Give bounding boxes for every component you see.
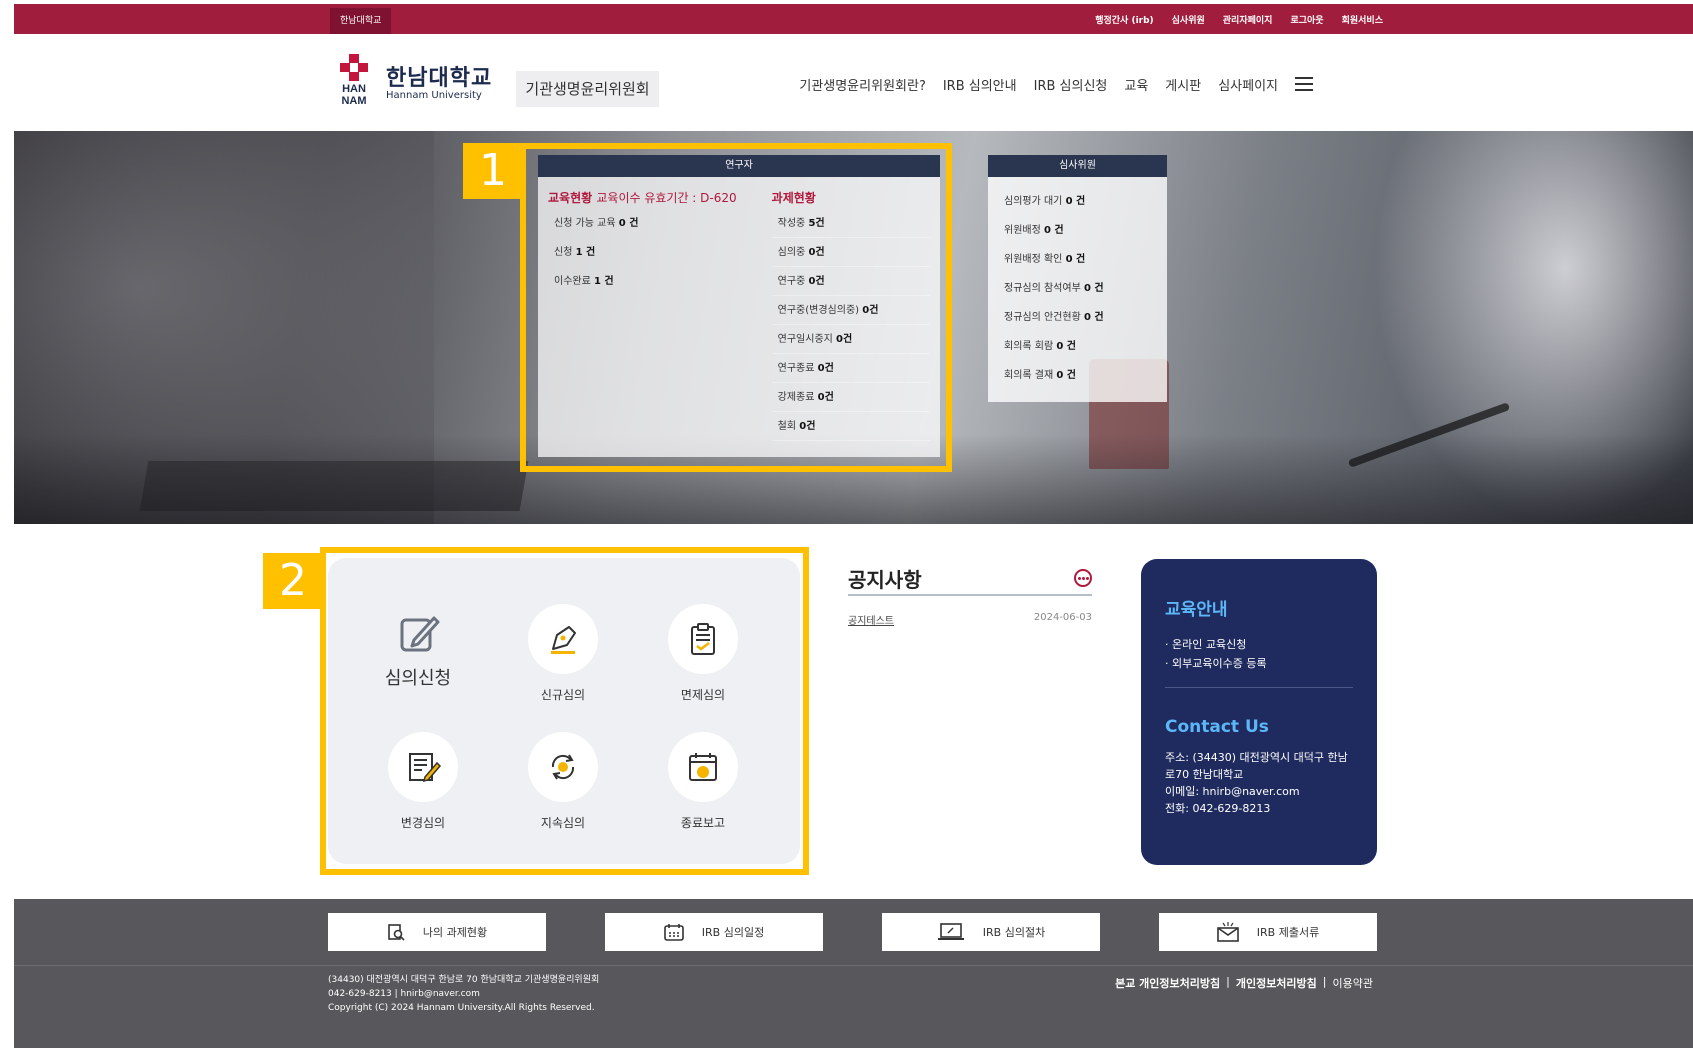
util-link-member-service[interactable]: 회원서비스	[1342, 13, 1383, 26]
policy-separator: |	[1322, 975, 1327, 988]
reviewer-status-panel: 심사위원 심의평가 대기 0 건 위원배정 0 건 위원배정 확인 0 건 정규…	[988, 155, 1167, 402]
footer-address-block: (34430) 대전광역시 대덕구 한남로 70 한남대학교 기관생명윤리위원회…	[328, 973, 599, 1015]
notice-title: 공지사항	[848, 567, 922, 592]
policy-separator: |	[1226, 975, 1230, 988]
footer-contact: 042-629-8213 | hnirb@naver.com	[328, 989, 480, 999]
quick-link-schedule[interactable]: IRB 심의일정	[605, 913, 823, 951]
nav-about[interactable]: 기관생명윤리위원회란?	[799, 75, 926, 94]
nav-board[interactable]: 게시판	[1165, 75, 1201, 94]
quick-link-documents[interactable]: IRB 제출서류	[1159, 913, 1377, 951]
reviewer-row-agenda[interactable]: 정규심의 안건현황 0 건	[1004, 303, 1167, 332]
committee-name-tag: 기관생명윤리위원회	[516, 71, 659, 107]
school-privacy-policy-link[interactable]: 본교 개인정보처리방침	[1115, 975, 1220, 991]
logo-name-english: Hannam University	[386, 89, 482, 101]
more-icon[interactable]	[1074, 569, 1092, 587]
contact-phone: 전화: 042-629-8213	[1165, 802, 1271, 815]
logo-mark-nam: NAM	[341, 95, 366, 106]
reviewer-panel-title: 심사위원	[988, 155, 1167, 177]
reviewer-row-assignment[interactable]: 위원배정 0 건	[1004, 216, 1167, 245]
util-link-admin-page[interactable]: 관리자페이지	[1223, 13, 1273, 26]
info-divider	[1165, 687, 1353, 688]
logo-name-korean: 한남대학교	[386, 65, 493, 91]
nav-irb-apply[interactable]: IRB 심의신청	[1034, 75, 1108, 94]
quick-link-documents-label: IRB 제출서류	[1256, 926, 1320, 939]
footer-copyright: Copyright (C) 2024 Hannam University.All…	[328, 1003, 595, 1013]
nav-education[interactable]: 교육	[1124, 75, 1148, 94]
privacy-policy-link[interactable]: 개인정보처리방침	[1236, 975, 1317, 991]
info-card: 교육안내 · 온라인 교육신청 · 외부교육이수증 등록 Contact Us …	[1141, 559, 1377, 865]
highlight-frame-2	[320, 547, 809, 875]
nav-review-page[interactable]: 심사페이지	[1218, 75, 1278, 94]
calendar-icon	[663, 924, 684, 941]
quick-links: 나의 과제현황 IRB 심의일정 IRB 심의절차 IRB 제출서류	[328, 913, 1377, 951]
laptop-icon	[937, 923, 964, 940]
contact-title: Contact Us	[1165, 717, 1269, 737]
util-link-admin-irb[interactable]: 행정간사 (irb)	[1095, 13, 1153, 26]
quick-link-my-tasks-label: 나의 과제현황	[422, 926, 488, 939]
utility-links: 행정간사 (irb) 심사위원 관리자페이지 로그아웃 회원서비스	[1095, 4, 1383, 34]
footer-divider	[14, 965, 1693, 966]
footer-policy-links: 본교 개인정보처리방침 | 개인정보처리방침 | 이용약관	[1115, 975, 1373, 991]
footer-address: (34430) 대전광역시 대덕구 한남로 70 한남대학교 기관생명윤리위원회	[328, 975, 600, 985]
terms-link[interactable]: 이용약관	[1333, 975, 1373, 991]
document-search-icon	[388, 924, 405, 941]
online-education-link[interactable]: · 온라인 교육신청	[1165, 635, 1267, 654]
mail-icon	[1216, 922, 1239, 942]
reviewer-row-assignment-confirm[interactable]: 위원배정 확인 0 건	[1004, 245, 1167, 274]
hannam-logo-icon: HAN NAM	[334, 54, 374, 107]
reviewer-row-attendance[interactable]: 정규심의 참석여부 0 건	[1004, 274, 1167, 303]
external-certificate-link[interactable]: · 외부교육이수증 등록	[1165, 654, 1267, 673]
reviewer-row-minutes-approve[interactable]: 회의록 결재 0 건	[1004, 361, 1167, 390]
nav-irb-guide[interactable]: IRB 심의안내	[943, 75, 1017, 94]
main-navigation: 기관생명윤리위원회란? IRB 심의안내 IRB 심의신청 교육 게시판 심사페…	[799, 71, 1313, 97]
quick-link-my-tasks[interactable]: 나의 과제현황	[328, 913, 546, 951]
highlight-frame-1	[520, 143, 952, 472]
notice-item[interactable]: 공지테스트 2024-06-03	[848, 612, 1092, 627]
quick-link-schedule-label: IRB 심의일정	[701, 926, 765, 939]
logo-wordmark: 한남대학교 Hannam University	[386, 60, 492, 101]
logo-mark-han: HAN	[342, 83, 366, 95]
util-link-logout[interactable]: 로그아웃	[1290, 13, 1323, 26]
quick-link-procedure-label: IRB 심의절차	[982, 926, 1046, 939]
university-logo[interactable]: HAN NAM 한남대학교 Hannam University	[334, 54, 492, 107]
site-footer: 나의 과제현황 IRB 심의일정 IRB 심의절차 IRB 제출서류 (3443…	[14, 899, 1693, 1048]
quick-link-procedure[interactable]: IRB 심의절차	[882, 913, 1100, 951]
notice-board: 공지사항 공지테스트 2024-06-03	[848, 568, 1092, 627]
util-link-reviewer[interactable]: 심사위원	[1172, 13, 1205, 26]
university-home-link[interactable]: 한남대학교	[330, 8, 392, 34]
site-header: HAN NAM 한남대학교 Hannam University 기관생명윤리위원…	[0, 34, 1693, 130]
annotation-badge-1: 1	[463, 143, 523, 199]
top-utility-bar: 한남대학교 행정간사 (irb) 심사위원 관리자페이지 로그아웃 회원서비스	[14, 4, 1693, 34]
contact-address: 주소: (34430) 대전광역시 대덕구 한남로70 한남대학교	[1165, 751, 1348, 781]
contact-email: 이메일: hnirb@naver.com	[1165, 785, 1300, 798]
notice-item-date: 2024-06-03	[1033, 612, 1092, 623]
reviewer-row-minutes-circulate[interactable]: 회의록 회람 0 건	[1004, 332, 1167, 361]
notice-item-title[interactable]: 공지테스트	[848, 612, 894, 627]
annotation-badge-2: 2	[263, 553, 323, 609]
hamburger-menu-icon[interactable]	[1295, 77, 1313, 91]
reviewer-row-pending[interactable]: 심의평가 대기 0 건	[1004, 187, 1167, 216]
education-guide-title: 교육안내	[1165, 600, 1228, 620]
